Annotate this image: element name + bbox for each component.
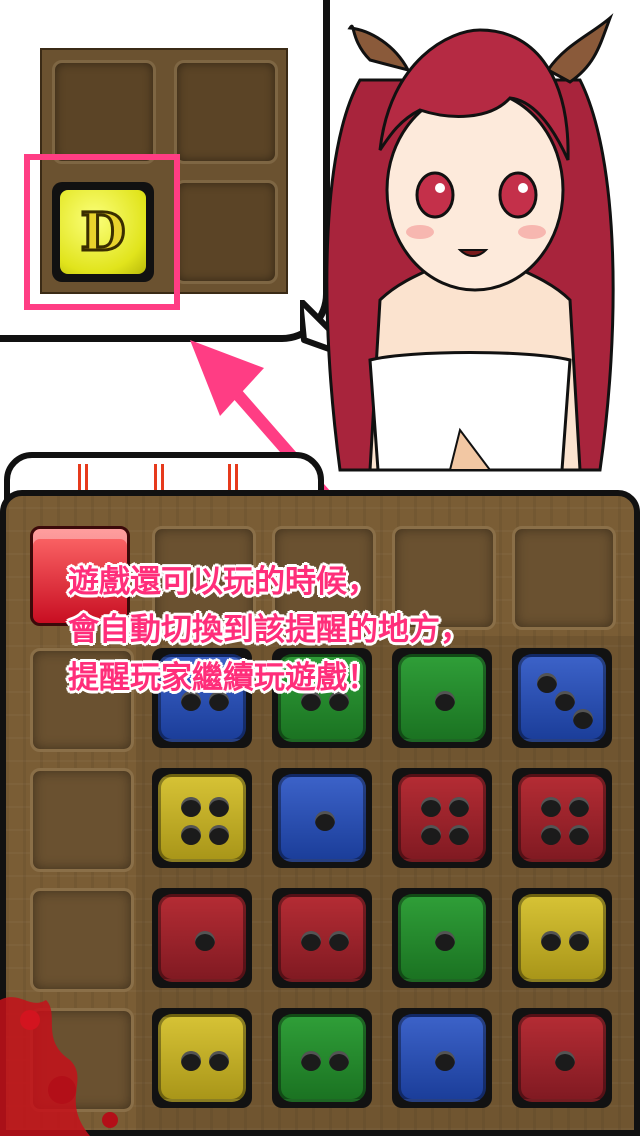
pip [209, 825, 230, 846]
pip [540, 825, 561, 846]
game-screen: D 遊戲還可以玩的時候， 會自動切換到該提醒的地方， 提醒玩家繼續玩遊戲！ [0, 0, 640, 1136]
blood-splatter [0, 997, 118, 1136]
board-slot [30, 768, 134, 872]
die-red-2[interactable] [272, 888, 372, 988]
pip [540, 931, 561, 951]
die-yellow-2[interactable] [512, 888, 612, 988]
die-face [278, 894, 366, 982]
pip [180, 1051, 201, 1071]
preview-slot [52, 60, 156, 164]
pip [300, 931, 321, 951]
pip [449, 825, 470, 846]
pip [435, 1051, 455, 1071]
preview-slot [174, 60, 278, 164]
caption-line: 提醒玩家繼續玩遊戲！ [68, 660, 378, 696]
die-face [278, 1014, 366, 1102]
die-red-4[interactable] [392, 768, 492, 868]
pip [569, 796, 590, 817]
pip [209, 1051, 230, 1071]
die-blue-1[interactable] [272, 768, 372, 868]
pip [569, 825, 590, 846]
pip [449, 796, 470, 817]
pip [300, 1051, 321, 1071]
die-face [158, 1014, 246, 1102]
die-face [518, 894, 606, 982]
die-face [158, 774, 246, 862]
pip [329, 931, 350, 951]
pip [572, 708, 593, 729]
hint-highlight-box [24, 154, 180, 310]
board-slot [30, 888, 134, 992]
die-green-1[interactable] [392, 888, 492, 988]
die-yellow-2[interactable] [152, 1008, 252, 1108]
pip [315, 811, 335, 831]
die-face [278, 774, 366, 862]
caption-line: 遊戲還可以玩的時候， [68, 564, 378, 600]
pip [180, 825, 201, 846]
die-green-2[interactable] [272, 1008, 372, 1108]
tutorial-caption: 遊戲還可以玩的時候， 會自動切換到該提醒的地方， 提醒玩家繼續玩遊戲！ [68, 558, 628, 702]
demon-girl-character [325, 13, 615, 472]
pip [329, 1051, 350, 1071]
pip [420, 825, 441, 846]
die-face [518, 774, 606, 862]
caption-line: 會自動切換到該提醒的地方， [68, 612, 471, 648]
die-yellow-4[interactable] [152, 768, 252, 868]
pip [209, 796, 230, 817]
preview-slot [174, 180, 278, 284]
pip [555, 1051, 575, 1071]
die-blue-1[interactable] [392, 1008, 492, 1108]
die-red-1[interactable] [512, 1008, 612, 1108]
die-red-4[interactable] [512, 768, 612, 868]
die-red-1[interactable] [152, 888, 252, 988]
die-face [398, 774, 486, 862]
die-face [398, 1014, 486, 1102]
pip [180, 796, 201, 817]
pip [195, 931, 215, 951]
pip [540, 796, 561, 817]
die-face [518, 1014, 606, 1102]
die-face [158, 894, 246, 982]
die-face [398, 894, 486, 982]
pip [435, 931, 455, 951]
pip [569, 931, 590, 951]
pip [420, 796, 441, 817]
